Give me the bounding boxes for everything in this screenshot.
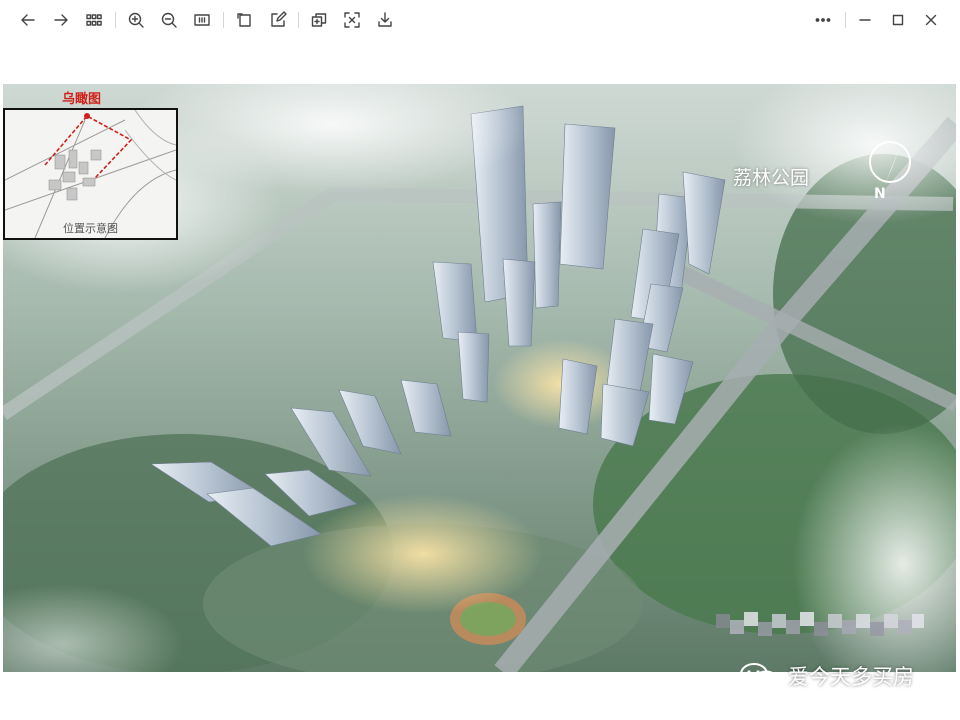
close-icon xyxy=(925,14,937,26)
park-label: 荔林公园 xyxy=(733,167,810,189)
zoom-out-icon xyxy=(161,12,177,28)
minimize-icon xyxy=(859,19,871,21)
fit-width-icon xyxy=(194,14,210,26)
maximize-icon xyxy=(892,14,904,26)
forward-button[interactable] xyxy=(49,8,73,32)
wechat-watermark: 爱今天多买房 xyxy=(738,661,914,691)
rotate-icon xyxy=(237,13,251,27)
minimize-button[interactable] xyxy=(853,8,877,32)
more-icon xyxy=(815,18,831,22)
zoom-out-button[interactable] xyxy=(157,8,181,32)
back-button[interactable] xyxy=(16,8,40,32)
thumbnail-grid-button[interactable] xyxy=(82,8,106,32)
edit-icon xyxy=(271,11,287,27)
arrow-left-icon xyxy=(21,14,35,26)
copy-button[interactable] xyxy=(307,8,331,32)
rotate-button[interactable] xyxy=(232,8,256,32)
viewer-toolbar xyxy=(0,0,960,40)
arrow-right-icon xyxy=(54,14,68,26)
more-options-button[interactable] xyxy=(811,8,835,32)
actual-size-button[interactable] xyxy=(190,8,214,32)
inset-caption: 位置示意图 xyxy=(63,222,118,235)
maximize-button[interactable] xyxy=(886,8,910,32)
zoom-in-button[interactable] xyxy=(124,8,148,32)
download-icon xyxy=(378,12,392,27)
zoom-in-icon xyxy=(128,12,144,28)
edit-button[interactable] xyxy=(266,8,290,32)
north-arrow-icon: N xyxy=(866,138,914,202)
copy-icon xyxy=(311,13,327,27)
location-inset-map: 位置示意图 xyxy=(3,108,178,240)
grid-icon xyxy=(86,14,102,26)
wechat-icon xyxy=(740,663,778,690)
mosaic-blur-area xyxy=(716,612,924,636)
ocr-button[interactable] xyxy=(340,8,364,32)
inset-title: 乌瞰图 xyxy=(62,92,102,107)
ocr-icon xyxy=(344,12,360,28)
svg-text:N: N xyxy=(874,186,886,202)
watermark-text: 爱今天多买房 xyxy=(788,665,914,689)
inset-map-drawing xyxy=(4,109,177,239)
close-button[interactable] xyxy=(919,8,943,32)
download-button[interactable] xyxy=(373,8,397,32)
